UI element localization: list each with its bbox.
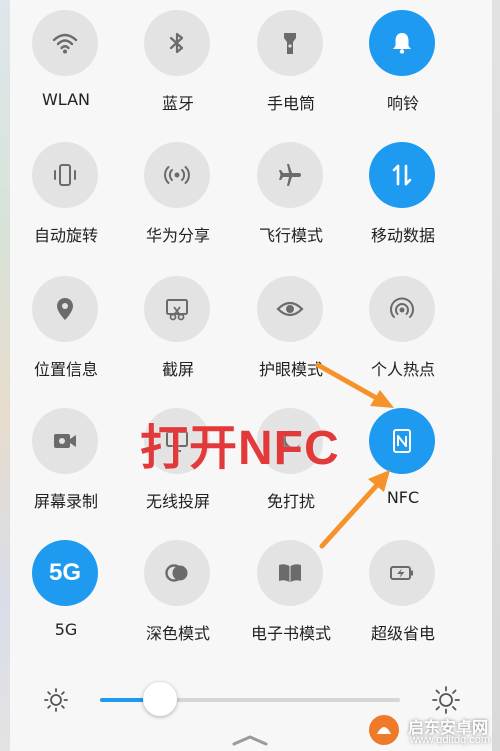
mobile-data-icon[interactable] (369, 142, 435, 208)
tile-label: 响铃 (386, 94, 419, 113)
5g-icon[interactable]: 5G (32, 540, 98, 606)
left-edge (0, 0, 10, 751)
bell-icon[interactable] (369, 10, 435, 76)
annotation-open-nfc: 打开NFC (140, 422, 340, 475)
tile-label: 移动数据 (370, 226, 435, 245)
right-edge (492, 0, 500, 751)
tile-airplane[interactable]: 飞行模式 (235, 142, 347, 252)
brightness-low-icon (44, 688, 68, 712)
tile-label: 自动旋转 (33, 226, 98, 245)
screen-record-icon[interactable] (32, 408, 98, 474)
eye-icon[interactable] (257, 276, 323, 342)
location-icon[interactable] (32, 276, 98, 342)
tile-mobile-data[interactable]: 移动数据 (347, 142, 459, 252)
tile-huawei-share[interactable]: 华为分享 (122, 142, 234, 252)
battery-saver-icon[interactable] (369, 540, 435, 606)
tile-label: 电子书模式 (250, 624, 331, 643)
screenshot-icon[interactable] (144, 276, 210, 342)
dark-mode-icon[interactable] (144, 540, 210, 606)
tile-label: 截屏 (161, 360, 194, 379)
flashlight-icon[interactable] (257, 10, 323, 76)
tile-label: 个人热点 (370, 360, 435, 379)
tile-dark-mode[interactable]: 深色模式 (122, 540, 234, 650)
brightness-high-icon (432, 686, 460, 714)
tile-bell[interactable]: 响铃 (347, 10, 459, 120)
tile-ebook[interactable]: 电子书模式 (235, 540, 347, 650)
tile-label: 飞行模式 (258, 226, 323, 245)
tile-hotspot[interactable]: 个人热点 (347, 276, 459, 386)
tile-label: 华为分享 (145, 226, 210, 245)
tile-battery-saver[interactable]: 超级省电 (347, 540, 459, 650)
tile-auto-rotate[interactable]: 自动旋转 (10, 142, 122, 252)
tile-screen-record[interactable]: 屏幕录制 (10, 408, 122, 518)
tile-location[interactable]: 位置信息 (10, 276, 122, 386)
wifi-icon[interactable] (32, 10, 98, 76)
nfc-icon[interactable] (369, 408, 435, 474)
airplane-icon[interactable] (257, 142, 323, 208)
tile-nfc[interactable]: NFC (347, 408, 459, 518)
tile-label: WLAN (41, 90, 90, 109)
tile-label: 5G (54, 620, 78, 639)
brightness-thumb[interactable] (143, 682, 177, 716)
tile-label: 护眼模式 (258, 360, 323, 379)
icon-text: 5G (48, 559, 81, 586)
tile-label: 深色模式 (145, 624, 210, 643)
tile-label: 免打扰 (266, 492, 315, 511)
watermark-url: www.qdltdq.com (410, 734, 491, 746)
tile-flashlight[interactable]: 手电筒 (235, 10, 347, 120)
tile-wifi[interactable]: WLAN (10, 10, 122, 120)
tile-bluetooth[interactable]: 蓝牙 (122, 10, 234, 120)
tile-label: 手电筒 (266, 94, 315, 113)
auto-rotate-icon[interactable] (32, 142, 98, 208)
huawei-share-icon[interactable] (144, 142, 210, 208)
hotspot-icon[interactable] (369, 276, 435, 342)
bluetooth-icon[interactable] (144, 10, 210, 76)
tile-label: 无线投屏 (145, 492, 210, 511)
ebook-icon[interactable] (257, 540, 323, 606)
tile-5g[interactable]: 5G 5G (10, 540, 122, 650)
tile-eye[interactable]: 护眼模式 (235, 276, 347, 386)
tile-label: 蓝牙 (161, 94, 194, 113)
tile-label: NFC (386, 488, 420, 507)
tile-label: 超级省电 (370, 624, 435, 643)
collapse-handle-icon[interactable] (232, 734, 268, 746)
tile-label: 位置信息 (33, 360, 98, 379)
tile-screenshot[interactable]: 截屏 (122, 276, 234, 386)
tile-label: 屏幕录制 (33, 492, 98, 511)
